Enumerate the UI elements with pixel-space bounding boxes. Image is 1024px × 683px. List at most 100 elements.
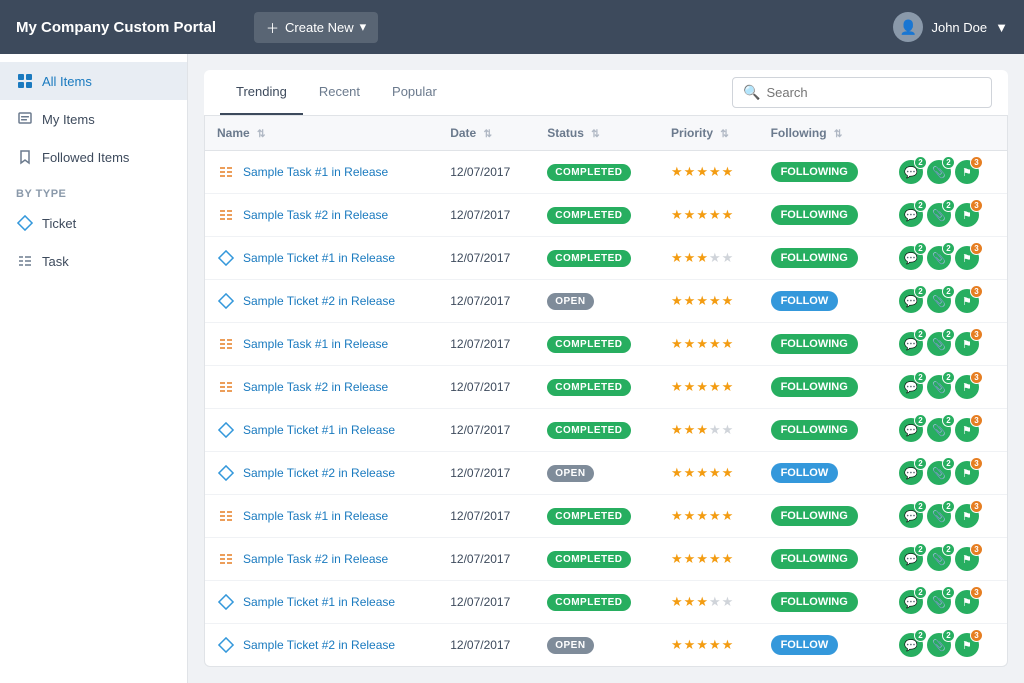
- star: ★: [709, 422, 721, 438]
- item-name[interactable]: Sample Ticket #2 in Release: [243, 638, 395, 652]
- flag-icon[interactable]: ⚑ 3: [955, 203, 979, 227]
- comment-badge: 2: [914, 285, 927, 298]
- star: ★: [671, 594, 683, 610]
- following-button[interactable]: FOLLOWING: [771, 205, 858, 225]
- bookmark-icon: [16, 148, 34, 166]
- comment-icon[interactable]: 💬 2: [899, 418, 923, 442]
- following-button[interactable]: FOLLOWING: [771, 377, 858, 397]
- flag-icon[interactable]: ⚑ 3: [955, 246, 979, 270]
- search-box[interactable]: 🔍: [732, 77, 992, 108]
- item-name[interactable]: Sample Task #1 in Release: [243, 165, 388, 179]
- follow-button[interactable]: FOLLOW: [771, 291, 839, 311]
- actions-cell: 💬 2 📎 2 ⚑ 3: [899, 160, 995, 184]
- item-name[interactable]: Sample Task #1 in Release: [243, 509, 388, 523]
- comment-icon[interactable]: 💬 2: [899, 160, 923, 184]
- actions-cell-wrapper: 💬 2 📎 2 ⚑ 3: [887, 366, 1007, 409]
- item-name[interactable]: Sample Ticket #2 in Release: [243, 294, 395, 308]
- status-cell: COMPLETED: [535, 366, 659, 409]
- follow-button[interactable]: FOLLOW: [771, 463, 839, 483]
- attachment-icon[interactable]: 📎 2: [927, 246, 951, 270]
- comment-badge: 2: [914, 457, 927, 470]
- comment-icon[interactable]: 💬 2: [899, 633, 923, 657]
- create-new-button[interactable]: ＋ Create New ▾: [254, 12, 378, 43]
- following-button[interactable]: FOLLOWING: [771, 162, 858, 182]
- sidebar-item-all-items[interactable]: All Items: [0, 62, 187, 100]
- item-name[interactable]: Sample Task #2 in Release: [243, 208, 388, 222]
- item-name[interactable]: Sample Ticket #1 in Release: [243, 595, 395, 609]
- table-row: Sample Task #1 in Release 12/07/2017 COM…: [205, 151, 1007, 194]
- comment-icon[interactable]: 💬 2: [899, 332, 923, 356]
- follow-button[interactable]: FOLLOW: [771, 635, 839, 655]
- star: ★: [709, 508, 721, 524]
- following-button[interactable]: FOLLOWING: [771, 549, 858, 569]
- item-name[interactable]: Sample Task #1 in Release: [243, 337, 388, 351]
- flag-icon[interactable]: ⚑ 3: [955, 332, 979, 356]
- table-row: Sample Task #2 in Release 12/07/2017 COM…: [205, 538, 1007, 581]
- attachment-icon[interactable]: 📎 2: [927, 633, 951, 657]
- name-cell: Sample Task #2 in Release: [205, 366, 438, 409]
- search-input[interactable]: [766, 85, 981, 100]
- following-button[interactable]: FOLLOWING: [771, 248, 858, 268]
- attachment-icon[interactable]: 📎 2: [927, 332, 951, 356]
- item-name[interactable]: Sample Task #2 in Release: [243, 380, 388, 394]
- sidebar-item-my-items[interactable]: My Items: [0, 100, 187, 138]
- sidebar-item-followed-items[interactable]: Followed Items: [0, 138, 187, 176]
- attachment-icon[interactable]: 📎 2: [927, 461, 951, 485]
- star: ★: [722, 336, 734, 352]
- flag-badge: 3: [970, 457, 983, 470]
- following-cell: FOLLOWING: [759, 194, 887, 237]
- following-button[interactable]: FOLLOWING: [771, 334, 858, 354]
- attachment-badge: 2: [942, 414, 955, 427]
- comment-icon[interactable]: 💬 2: [899, 504, 923, 528]
- flag-icon[interactable]: ⚑ 3: [955, 418, 979, 442]
- chevron-down-icon: ▾: [360, 19, 367, 35]
- flag-icon[interactable]: ⚑ 3: [955, 504, 979, 528]
- comment-icon[interactable]: 💬 2: [899, 590, 923, 614]
- priority-cell: ★★★★★: [659, 581, 759, 624]
- following-button[interactable]: FOLLOWING: [771, 420, 858, 440]
- flag-icon[interactable]: ⚑ 3: [955, 547, 979, 571]
- item-name[interactable]: Sample Ticket #1 in Release: [243, 251, 395, 265]
- actions-cell: 💬 2 📎 2 ⚑ 3: [899, 590, 995, 614]
- comment-icon[interactable]: 💬 2: [899, 289, 923, 313]
- sidebar-item-ticket[interactable]: Ticket: [0, 204, 187, 242]
- item-name[interactable]: Sample Ticket #1 in Release: [243, 423, 395, 437]
- star: ★: [671, 207, 683, 223]
- attachment-icon[interactable]: 📎 2: [927, 418, 951, 442]
- flag-icon[interactable]: ⚑ 3: [955, 375, 979, 399]
- sidebar-item-label: Followed Items: [42, 150, 129, 165]
- flag-icon[interactable]: ⚑ 3: [955, 461, 979, 485]
- attachment-badge: 2: [942, 457, 955, 470]
- attachment-icon[interactable]: 📎 2: [927, 160, 951, 184]
- attachment-icon[interactable]: 📎 2: [927, 375, 951, 399]
- comment-icon[interactable]: 💬 2: [899, 461, 923, 485]
- following-button[interactable]: FOLLOWING: [771, 592, 858, 612]
- attachment-icon[interactable]: 📎 2: [927, 504, 951, 528]
- item-name[interactable]: Sample Task #2 in Release: [243, 552, 388, 566]
- sidebar-item-task[interactable]: Task: [0, 242, 187, 280]
- attachment-icon[interactable]: 📎 2: [927, 289, 951, 313]
- flag-icon[interactable]: ⚑ 3: [955, 289, 979, 313]
- following-button[interactable]: FOLLOWING: [771, 506, 858, 526]
- star: ★: [696, 250, 708, 266]
- priority-cell: ★★★★★: [659, 151, 759, 194]
- comment-icon[interactable]: 💬 2: [899, 246, 923, 270]
- comment-icon[interactable]: 💬 2: [899, 203, 923, 227]
- flag-icon[interactable]: ⚑ 3: [955, 633, 979, 657]
- ticket-icon: [217, 464, 235, 482]
- tab-recent[interactable]: Recent: [303, 70, 376, 115]
- attachment-icon[interactable]: 📎 2: [927, 203, 951, 227]
- flag-icon[interactable]: ⚑ 3: [955, 160, 979, 184]
- priority-cell: ★★★★★: [659, 194, 759, 237]
- flag-icon[interactable]: ⚑ 3: [955, 590, 979, 614]
- attachment-icon[interactable]: 📎 2: [927, 547, 951, 571]
- tab-trending[interactable]: Trending: [220, 70, 303, 115]
- item-name[interactable]: Sample Ticket #2 in Release: [243, 466, 395, 480]
- star: ★: [684, 637, 696, 653]
- comment-icon[interactable]: 💬 2: [899, 547, 923, 571]
- tab-popular[interactable]: Popular: [376, 70, 453, 115]
- user-menu[interactable]: 👤 John Doe ▼: [893, 12, 1008, 42]
- actions-cell-wrapper: 💬 2 📎 2 ⚑ 3: [887, 280, 1007, 323]
- attachment-icon[interactable]: 📎 2: [927, 590, 951, 614]
- comment-icon[interactable]: 💬 2: [899, 375, 923, 399]
